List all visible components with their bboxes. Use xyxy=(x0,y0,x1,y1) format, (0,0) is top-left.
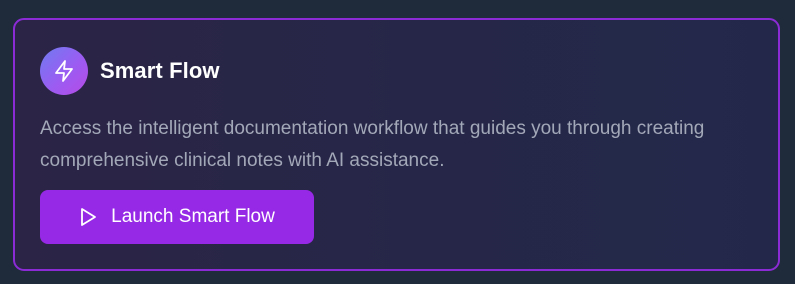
card-description: Access the intelligent documentation wor… xyxy=(40,118,705,171)
launch-smart-flow-button[interactable]: Launch Smart Flow xyxy=(40,190,314,244)
lightning-bolt-icon xyxy=(55,60,73,82)
smart-flow-card: Smart Flow Access the intelligent docume… xyxy=(13,18,780,271)
play-icon xyxy=(79,207,97,227)
launch-button-label: Launch Smart Flow xyxy=(111,206,275,227)
card-header: Smart Flow xyxy=(40,47,220,95)
card-title: Smart Flow xyxy=(100,58,220,83)
smart-flow-icon-badge xyxy=(40,47,88,95)
